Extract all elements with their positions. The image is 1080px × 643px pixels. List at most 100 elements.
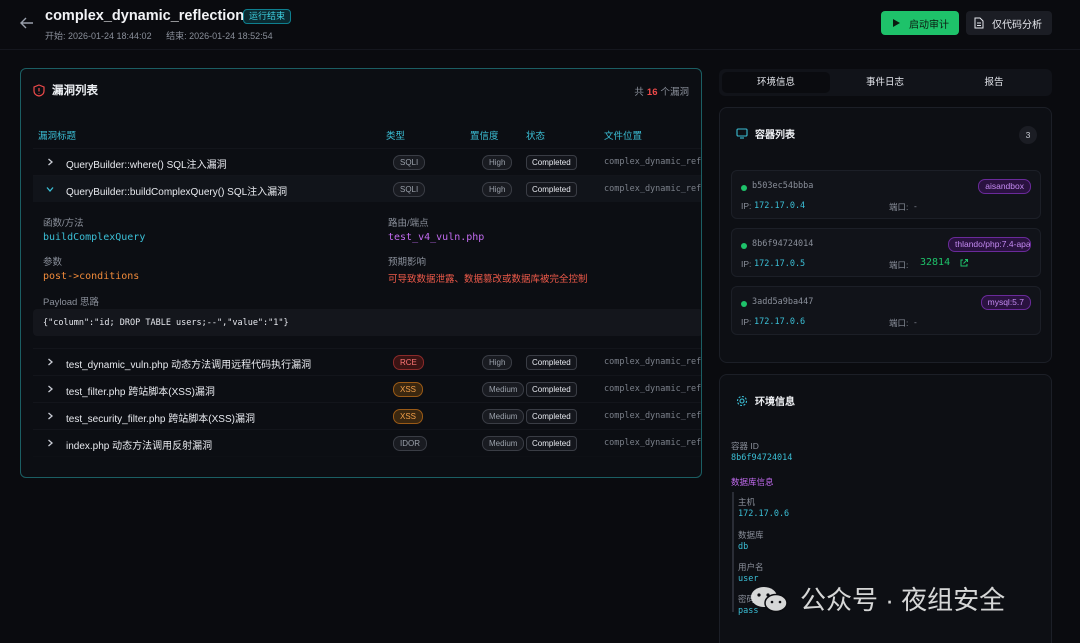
code-only-label: 仅代码分析 bbox=[992, 19, 1042, 31]
table-row-partial[interactable] bbox=[33, 456, 701, 477]
code-only-button[interactable]: 仅代码分析 bbox=[966, 11, 1052, 35]
file-location: complex_dynamic_reflection bbox=[604, 384, 702, 394]
vuln-name: test_filter.php 跨站脚本(XSS)漏洞 bbox=[66, 387, 215, 398]
start-audit-label: 启动审计 bbox=[909, 19, 949, 31]
gear-icon bbox=[736, 395, 748, 406]
confidence-badge: High bbox=[482, 355, 513, 370]
image-tag: mysql:5.7 bbox=[980, 295, 1031, 310]
status-badge: Completed bbox=[526, 382, 577, 397]
tab-event-log[interactable]: 事件日志 bbox=[831, 72, 939, 93]
ip-label: IP: bbox=[741, 201, 752, 211]
confidence-badge: Medium bbox=[482, 409, 525, 424]
external-link-icon[interactable] bbox=[959, 258, 969, 268]
db-label: 数据库 bbox=[738, 530, 764, 540]
vuln-count-prefix: 共 bbox=[634, 87, 644, 98]
confidence-badge: Medium bbox=[482, 436, 525, 451]
page-title: complex_dynamic_reflection bbox=[45, 8, 245, 24]
container-list-title: 容器列表 bbox=[755, 130, 795, 141]
table-row[interactable]: test_dynamic_vuln.php 动态方法调用远程代码执行漏洞 RCE… bbox=[33, 348, 702, 375]
port-value[interactable]: 32814 bbox=[920, 257, 950, 268]
table-row[interactable]: QueryBuilder::where() SQL注入漏洞 SQLI High … bbox=[33, 148, 702, 175]
container-item[interactable]: b503ec54bbba aisandbox IP: 172.17.0.4 端口… bbox=[731, 170, 1041, 219]
status-badge: Completed bbox=[526, 409, 577, 424]
table-row[interactable]: test_filter.php 跨站脚本(XSS)漏洞 XSS Medium C… bbox=[33, 375, 702, 402]
type-badge: RCE bbox=[393, 355, 424, 370]
image-tag: thlando/php:7.4-apache bbox=[948, 237, 1031, 252]
vulnerability-panel: 漏洞列表 共 16 个漏洞 漏洞标题 类型 置信度 状态 文件位置 QueryBui… bbox=[20, 68, 702, 478]
status-badge: 运行结束 bbox=[243, 9, 292, 24]
host-label: 主机 bbox=[738, 497, 756, 507]
vuln-name: index.php 动态方法调用反射漏洞 bbox=[66, 441, 213, 452]
vuln-name: test_security_filter.php 跨站脚本(XSS)漏洞 bbox=[66, 414, 255, 425]
status-dot bbox=[741, 185, 747, 191]
container-list-header: 容器列表 bbox=[736, 126, 795, 141]
vuln-name: QueryBuilder::buildComplexQuery() SQL注入漏… bbox=[66, 187, 288, 198]
file-location: complex_dynamic_reflection bbox=[604, 357, 702, 367]
header: complex_dynamic_reflection 运行结束 开始: 2026… bbox=[0, 0, 1080, 50]
ip-value: 172.17.0.6 bbox=[754, 317, 806, 327]
ip-label: IP: bbox=[741, 259, 752, 269]
start-time: 开始: 2026-01-24 18:44:02 bbox=[45, 31, 152, 41]
status-dot bbox=[741, 243, 747, 249]
environment-title: 环境信息 bbox=[755, 397, 795, 408]
table-row[interactable]: index.php 动态方法调用反射漏洞 IDOR Medium Complet… bbox=[33, 429, 702, 456]
chevron-right-icon[interactable] bbox=[45, 157, 55, 167]
type-badge: XSS bbox=[393, 382, 424, 397]
container-item[interactable]: 8b6f94724014 thlando/php:7.4-apache IP: … bbox=[731, 228, 1041, 277]
back-arrow-icon[interactable] bbox=[18, 14, 36, 32]
tab-report[interactable]: 报告 bbox=[940, 72, 1048, 93]
port-value: - bbox=[914, 201, 917, 211]
host-value: 172.17.0.6 bbox=[738, 509, 790, 519]
impact-label: 预期影响 bbox=[388, 257, 427, 268]
chevron-down-icon[interactable] bbox=[45, 184, 55, 194]
chevron-right-icon[interactable] bbox=[45, 411, 55, 421]
table-row[interactable]: test_security_filter.php 跨站脚本(XSS)漏洞 XSS… bbox=[33, 402, 702, 429]
type-badge: XSS bbox=[393, 409, 424, 424]
chevron-right-icon[interactable] bbox=[45, 384, 55, 394]
confidence-badge: High bbox=[482, 182, 513, 197]
vuln-panel-header: 漏洞列表 bbox=[33, 82, 98, 98]
end-time: 结束: 2026-01-24 18:52:54 bbox=[166, 31, 273, 41]
payload-code: {"column":"id; DROP TABLE users;--","val… bbox=[33, 309, 701, 336]
start-audit-button[interactable]: 启动审计 bbox=[881, 11, 959, 35]
file-location: complex_dynamic_reflection bbox=[604, 411, 702, 421]
chevron-right-icon[interactable] bbox=[45, 357, 55, 367]
confidence-badge: Medium bbox=[482, 382, 525, 397]
wechat-logo-icon bbox=[751, 586, 788, 612]
port-label: 端口: bbox=[889, 202, 909, 212]
file-location: complex_dynamic_reflection bbox=[604, 184, 702, 194]
status-badge: Completed bbox=[526, 155, 577, 170]
container-count: 3 bbox=[1019, 126, 1037, 144]
container-list-card: 容器列表 3 b503ec54bbba aisandbox IP: 172.17… bbox=[719, 107, 1052, 363]
ip-value: 172.17.0.4 bbox=[754, 201, 806, 211]
time-range: 开始: 2026-01-24 18:44:02 结束: 2026-01-24 1… bbox=[45, 29, 273, 42]
confidence-badge: High bbox=[482, 155, 513, 170]
play-icon bbox=[893, 19, 900, 27]
function-label: 函数/方法 bbox=[43, 218, 84, 229]
db-info-divider bbox=[732, 492, 734, 612]
col-type[interactable]: 类型 bbox=[386, 128, 405, 142]
db-value: db bbox=[738, 542, 749, 552]
container-id-value: 8b6f94724014 bbox=[731, 453, 793, 463]
status-badge: Completed bbox=[526, 436, 577, 451]
col-confidence[interactable]: 置信度 bbox=[470, 128, 499, 142]
table-row-expanded[interactable]: QueryBuilder::buildComplexQuery() SQL注入漏… bbox=[33, 175, 702, 202]
route-label: 路由/端点 bbox=[388, 218, 429, 229]
param-label: 参数 bbox=[43, 257, 63, 268]
file-location: complex_dynamic_reflection bbox=[604, 157, 702, 167]
col-title[interactable]: 漏洞标题 bbox=[38, 128, 76, 142]
tab-environment[interactable]: 环境信息 bbox=[722, 72, 830, 93]
container-item[interactable]: 3add5a9ba447 mysql:5.7 IP: 172.17.0.6 端口… bbox=[731, 286, 1041, 335]
db-info-title: 数据库信息 bbox=[731, 477, 774, 487]
file-location: complex_dynamic_reflection bbox=[604, 438, 702, 448]
function-value: buildComplexQuery bbox=[43, 232, 146, 243]
chevron-right-icon[interactable] bbox=[45, 438, 55, 448]
col-location[interactable]: 文件位置 bbox=[604, 128, 642, 142]
vuln-panel-title: 漏洞列表 bbox=[52, 85, 98, 97]
vuln-count-number: 16 bbox=[646, 87, 658, 98]
col-status[interactable]: 状态 bbox=[526, 128, 545, 142]
port-label: 端口: bbox=[889, 318, 909, 328]
ip-value: 172.17.0.5 bbox=[754, 259, 806, 269]
environment-header: 环境信息 bbox=[736, 393, 795, 408]
type-badge: SQLI bbox=[393, 182, 426, 197]
